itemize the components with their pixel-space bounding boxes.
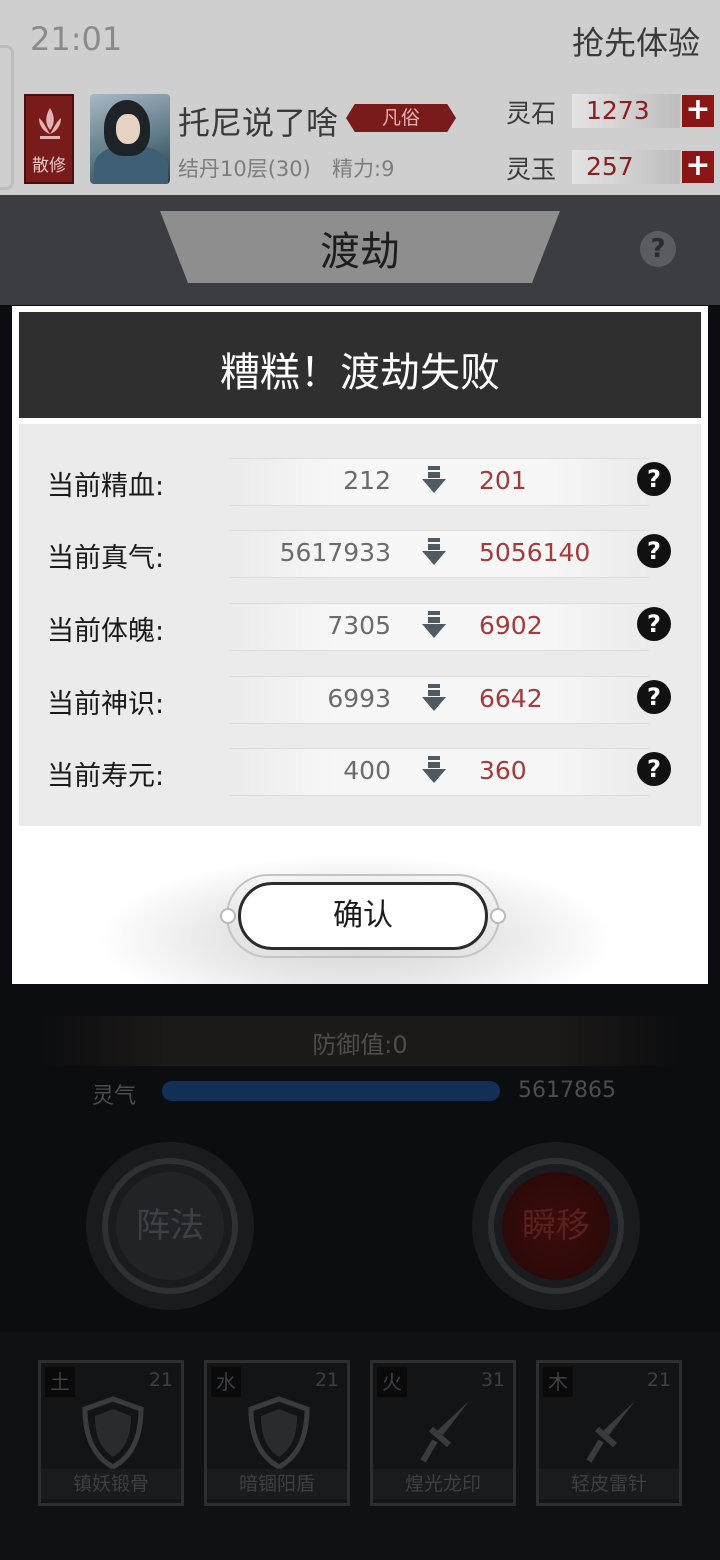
stats-panel: 当前精血: 212 201 ? 当前真气: 5617933 5056140 ? … [19, 424, 701, 826]
arrow-down-icon [422, 756, 446, 783]
element-badge: 木 [543, 1367, 573, 1397]
add-spirit-jade-button[interactable]: + [682, 151, 714, 183]
shield-icon [248, 1396, 310, 1470]
help-icon[interactable]: ? [637, 607, 671, 641]
qi-value: 5617865 [518, 1078, 616, 1103]
shield-icon [82, 1396, 144, 1470]
help-icon[interactable]: ? [637, 680, 671, 714]
sect-badge[interactable]: 散修 [24, 94, 74, 184]
stat-label: 当前真气: [47, 543, 165, 574]
clock: 21:01 [30, 20, 123, 58]
spirit-stone-label: 灵石 [506, 99, 557, 128]
stat-old-value: 6993 [327, 684, 391, 713]
arrow-down-icon [422, 611, 446, 638]
stat-old-value: 400 [343, 756, 391, 785]
realm-level: 结丹10层(30) [178, 157, 311, 181]
spirit-jade-value: 257 [572, 150, 680, 184]
stat-label: 当前寿元: [47, 761, 165, 792]
stat-new-value: 360 [479, 756, 527, 785]
blink-button[interactable]: 瞬移 [472, 1142, 640, 1310]
stat-row-true-qi: 当前真气: 5617933 5056140 ? [19, 528, 701, 578]
help-icon[interactable]: ? [637, 462, 671, 496]
element-badge: 土 [45, 1367, 75, 1397]
confirm-button-frame: 确认 [220, 874, 506, 958]
arrow-down-icon [422, 466, 446, 493]
skill-name: 煌光龙印 [373, 1469, 513, 1499]
formation-label: 阵法 [116, 1172, 224, 1280]
sword-icon [420, 1401, 469, 1463]
help-icon[interactable]: ? [640, 231, 676, 267]
stat-label: 当前体魄: [47, 616, 165, 647]
side-drawer-handle[interactable] [0, 45, 14, 190]
rank-badge: 凡俗 [346, 104, 456, 132]
dialog-title: 糟糕！渡劫失败 [220, 350, 500, 396]
stat-label: 当前神识: [47, 689, 165, 720]
player-name: 托尼说了啥 [178, 104, 339, 142]
element-badge: 火 [377, 1367, 407, 1397]
stat-row-physique: 当前体魄: 7305 6902 ? [19, 601, 701, 651]
skill-count: 21 [314, 1369, 339, 1391]
skill-count: 21 [148, 1369, 173, 1391]
stat-old-value: 212 [343, 466, 391, 495]
help-icon[interactable]: ? [637, 752, 671, 786]
element-badge: 水 [211, 1367, 241, 1397]
sword-icon [586, 1401, 635, 1463]
arrow-down-icon [422, 684, 446, 711]
skill-name: 镇妖锻骨 [41, 1469, 181, 1499]
skill-name: 轻皮雷针 [539, 1469, 679, 1499]
stat-row-divine-sense: 当前神识: 6993 6642 ? [19, 674, 701, 724]
spirit-stone-value: 1273 [572, 94, 680, 128]
skill-count: 21 [646, 1369, 671, 1391]
qi-progress-bar [162, 1081, 500, 1101]
spirit-jade-label: 灵玉 [506, 155, 557, 184]
tribulation-result-dialog: 糟糕！渡劫失败 当前精血: 212 201 ? 当前真气: 5617933 50… [12, 306, 708, 984]
defense-value: 防御值:0 [312, 1031, 408, 1059]
formation-button[interactable]: 阵法 [86, 1142, 254, 1310]
early-access-label[interactable]: 抢先体验 [572, 18, 700, 64]
arrow-down-icon [422, 538, 446, 565]
confirm-button[interactable]: 确认 [238, 882, 488, 950]
top-bar: 21:01 抢先体验 散修 托尼说了啥 凡俗 结丹10层(30) 精力:9 灵石… [0, 0, 720, 195]
stat-new-value: 201 [479, 466, 527, 495]
skill-slot-4[interactable]: 木 21 轻皮雷针 [536, 1360, 682, 1506]
add-spirit-stone-button[interactable]: + [682, 95, 714, 127]
screen-header: 渡劫 ? [0, 195, 720, 305]
skill-count: 31 [480, 1369, 505, 1391]
blink-label: 瞬移 [502, 1172, 610, 1280]
stat-row-essence-blood: 当前精血: 212 201 ? [19, 456, 701, 506]
stat-new-value: 5056140 [479, 538, 591, 567]
stat-old-value: 7305 [327, 611, 391, 640]
skill-slot-2[interactable]: 水 21 暗锢阳盾 [204, 1360, 350, 1506]
stat-old-value: 5617933 [279, 538, 391, 567]
qi-label: 灵气 [92, 1084, 137, 1109]
skill-name: 暗锢阳盾 [207, 1469, 347, 1499]
stat-row-lifespan: 当前寿元: 400 360 ? [19, 746, 701, 796]
energy-value: 精力:9 [332, 157, 395, 181]
help-icon[interactable]: ? [637, 534, 671, 568]
stat-label: 当前精血: [47, 471, 165, 502]
screen-title: 渡劫 [320, 229, 400, 275]
skill-slot-1[interactable]: 土 21 镇妖锻骨 [38, 1360, 184, 1506]
skill-slot-3[interactable]: 火 31 煌光龙印 [370, 1360, 516, 1506]
avatar[interactable] [90, 94, 170, 184]
stat-new-value: 6642 [479, 684, 543, 713]
lotus-icon [39, 108, 61, 139]
dialog-header: 糟糕！渡劫失败 [19, 312, 701, 418]
stat-new-value: 6902 [479, 611, 543, 640]
sect-label: 散修 [32, 156, 66, 176]
